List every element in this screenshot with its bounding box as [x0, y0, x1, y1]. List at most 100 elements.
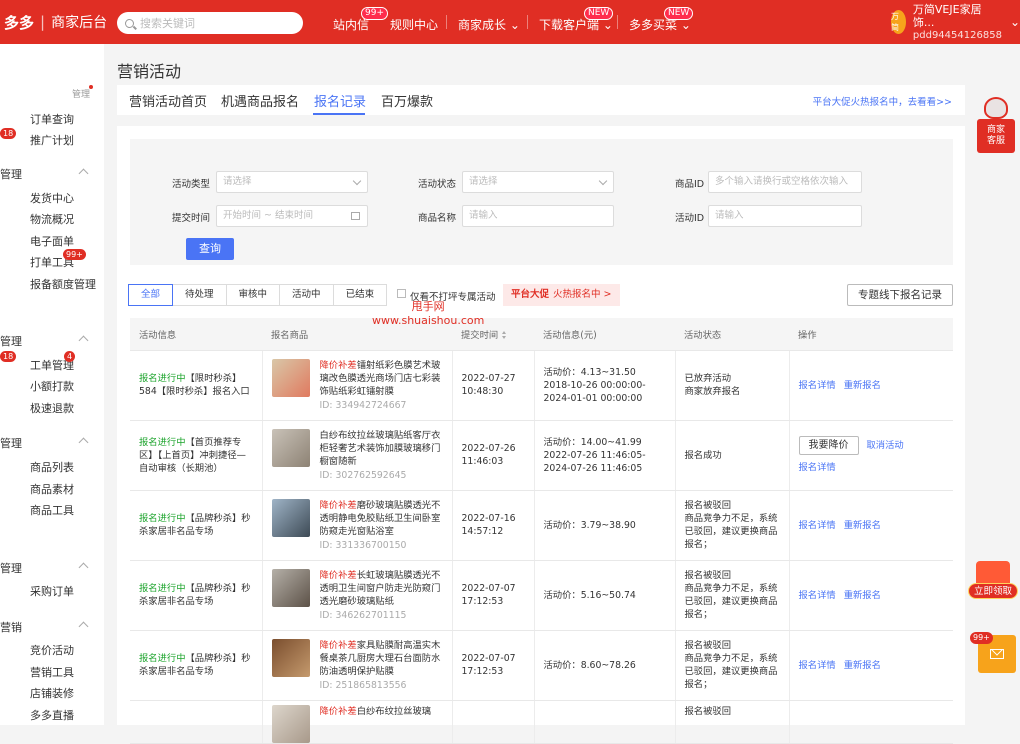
tab-signup-records[interactable]: 报名记录 [314, 91, 366, 110]
redpacket-label: 立即领取 [968, 583, 1018, 599]
signup-detail-link[interactable]: 报名详情 [799, 520, 836, 531]
sidebar-item-product-material[interactable]: 商品素材 [30, 481, 74, 497]
signup-detail-link[interactable]: 报名详情 [799, 660, 836, 671]
product-thumbnail[interactable] [271, 568, 310, 607]
sort-icon[interactable] [502, 331, 507, 340]
chevron-up-icon[interactable] [78, 621, 89, 632]
product-cell: 白纱布纹拉丝玻璃贴纸客厅衣柜轻奢艺术装饰加膜玻璃移门橱窗随新 ID: 302762… [262, 420, 453, 491]
resignup-link[interactable]: 重新报名 [844, 590, 881, 601]
activity-period: 2022-07-26 11:46:05-2024-07-26 11:46:05 [543, 449, 646, 474]
status-tab-all[interactable]: 全部 [128, 284, 174, 306]
logo[interactable]: 多多 | 商家后台 [0, 0, 107, 44]
activity-id-input[interactable]: 请输入 [708, 205, 862, 227]
product-info: 白纱布纹拉丝玻璃贴纸客厅衣柜轻奢艺术装饰加膜玻璃移门橱窗随新 ID: 302762… [320, 429, 443, 482]
sidebar-item-product-tools[interactable]: 商品工具 [30, 502, 74, 518]
customer-service-widget[interactable]: 商家 客服 [977, 97, 1015, 155]
avatar: 万简 [891, 10, 906, 34]
product-thumbnail[interactable] [271, 498, 310, 537]
nav-growth[interactable]: 商家成长 ⌄ [458, 16, 520, 33]
status-tab-active[interactable]: 活动中 [279, 284, 334, 306]
sidebar-item-waybill[interactable]: 电子面单 [30, 233, 74, 249]
product-title[interactable]: 白纱布纹拉丝玻璃贴纸客厅衣柜轻奢艺术装饰加膜玻璃移门橱窗随新 [320, 430, 441, 467]
activity-type-select[interactable]: 请选择 [216, 171, 368, 193]
product-name-placeholder: 请输入 [469, 210, 498, 221]
sidebar-item-promo-plan[interactable]: 推广计划 [30, 132, 74, 148]
user-menu[interactable]: 万简 万简VEJE家居饰... pdd94454126858 ⌄ [891, 0, 1020, 44]
product-thumbnail[interactable] [271, 704, 310, 743]
chevron-up-icon[interactable] [78, 562, 89, 573]
sidebar-item-marketing-tools[interactable]: 营销工具 [30, 664, 74, 680]
product-thumbnail[interactable] [271, 358, 310, 397]
actions-cell: 我要降价 取消活动报名详情 [789, 420, 953, 491]
redpacket-widget[interactable]: 立即领取 [968, 553, 1018, 603]
sidebar-item-live[interactable]: 多多直播 [30, 707, 74, 723]
product-id-input[interactable]: 多个输入请换行或空格依次输入 [708, 171, 862, 193]
service-line2: 客服 [986, 136, 1005, 146]
price-cell: 活动价：8.60~78.26 [534, 630, 676, 701]
product-name-input[interactable]: 请输入 [462, 205, 614, 227]
nav-rules[interactable]: 规则中心 [390, 16, 438, 33]
product-title[interactable]: 白纱布纹拉丝玻璃 [357, 706, 431, 717]
chevron-up-icon[interactable] [78, 335, 89, 346]
product-id: ID: 302762592645 [319, 469, 407, 481]
product-thumbnail[interactable] [271, 428, 310, 467]
status-tab-pending[interactable]: 待处理 [172, 284, 227, 306]
sidebar-section-title[interactable]: 营销 [0, 619, 22, 635]
tab-million-hits[interactable]: 百万爆款 [381, 91, 433, 110]
product-id: ID: 251865813556 [319, 679, 407, 691]
sidebar-item-shipping[interactable]: 发货中心 [30, 190, 74, 206]
sidebar-item-quota[interactable]: 报备额度管理 [30, 276, 96, 292]
chevron-up-icon[interactable] [78, 168, 89, 179]
inbox-badge: 99+ [361, 7, 388, 20]
sidebar-item-purchase[interactable]: 采购订单 [30, 583, 74, 599]
hot-promo-badge[interactable]: 平台大促 火热报名中 > [503, 284, 620, 306]
resignup-link[interactable]: 重新报名 [844, 380, 881, 391]
sidebar-manage-link[interactable]: 管理 [72, 87, 90, 100]
activity-price: 活动价：4.13~31.50 [543, 366, 636, 378]
chevron-up-icon[interactable] [78, 437, 89, 448]
activity-cell: 报名进行中【限时秒杀】584【限时秒杀】报名入口 [130, 350, 263, 421]
product-thumbnail[interactable] [271, 638, 310, 677]
activity-status-placeholder: 请选择 [469, 176, 498, 187]
sidebar-section-title[interactable]: 管理 [0, 166, 22, 182]
sidebar-item-bidding[interactable]: 竞价活动 [30, 642, 74, 658]
signup-status: 报名进行中 [139, 436, 186, 448]
user-name: 万简VEJE家居饰... [912, 2, 982, 29]
tab-marketing-home[interactable]: 营销活动首页 [129, 91, 207, 110]
submit-time-label: 提交时间 [172, 213, 211, 224]
only-unmarked-checkbox[interactable] [397, 289, 406, 298]
product-info: 降价补差长虹玻璃贴膜透光不透明卫生间窗户防走光防窥门透光磨砂玻璃贴纸 ID: 34… [320, 569, 443, 622]
search-box[interactable] [117, 12, 303, 34]
activity-type-placeholder: 请选择 [223, 176, 252, 187]
col-activity: 活动信息 [130, 318, 262, 351]
submit-date: 2022-07-16 [461, 513, 516, 524]
signup-detail-link[interactable]: 报名详情 [799, 380, 836, 391]
resignup-link[interactable]: 重新报名 [844, 660, 881, 671]
status-tab-review[interactable]: 审核中 [225, 284, 281, 306]
sidebar-section-title[interactable]: 管理 [0, 560, 22, 576]
sidebar-item-fast-refund[interactable]: 极速退款 [30, 400, 74, 416]
sidebar-item-order-query[interactable]: 订单查询 [30, 111, 74, 127]
sidebar-item-product-list[interactable]: 商品列表 [30, 459, 74, 475]
tab-opportunity[interactable]: 机遇商品报名 [221, 91, 299, 110]
offline-records-button[interactable]: 专题线下报名记录 [847, 284, 953, 306]
sidebar-item-decoration[interactable]: 店铺装修 [30, 685, 74, 701]
sidebar-item-logistics[interactable]: 物流概况 [30, 211, 74, 227]
signup-detail-link[interactable]: 报名详情 [799, 590, 836, 601]
submit-time-range[interactable]: 开始时间 ~ 结束时间 [216, 205, 368, 227]
resignup-link[interactable]: 重新报名 [844, 520, 881, 531]
activity-status-select[interactable]: 请选择 [462, 171, 614, 193]
search-input[interactable] [140, 16, 290, 30]
promo-link[interactable]: 平台大促火热报名中，去看看>> [813, 94, 952, 108]
sidebar-section-title[interactable]: 管理 [0, 435, 22, 451]
state-detail: 报名； [684, 539, 713, 550]
cancel-activity-link[interactable]: 取消活动 [867, 440, 904, 451]
query-button[interactable]: 查询 [186, 238, 234, 260]
sidebar-item-small-pay[interactable]: 小额打款 [30, 378, 74, 394]
state-detail: 报名； [684, 609, 713, 620]
end-time-placeholder: 结束时间 [275, 210, 314, 221]
lower-price-button[interactable]: 我要降价 [798, 436, 859, 455]
activity-period: 2018-10-26 00:00:00-2024-01-01 00:00:00 [543, 379, 646, 404]
sidebar-section-title[interactable]: 管理 [0, 333, 22, 349]
signup-detail-link[interactable]: 报名详情 [799, 462, 836, 473]
